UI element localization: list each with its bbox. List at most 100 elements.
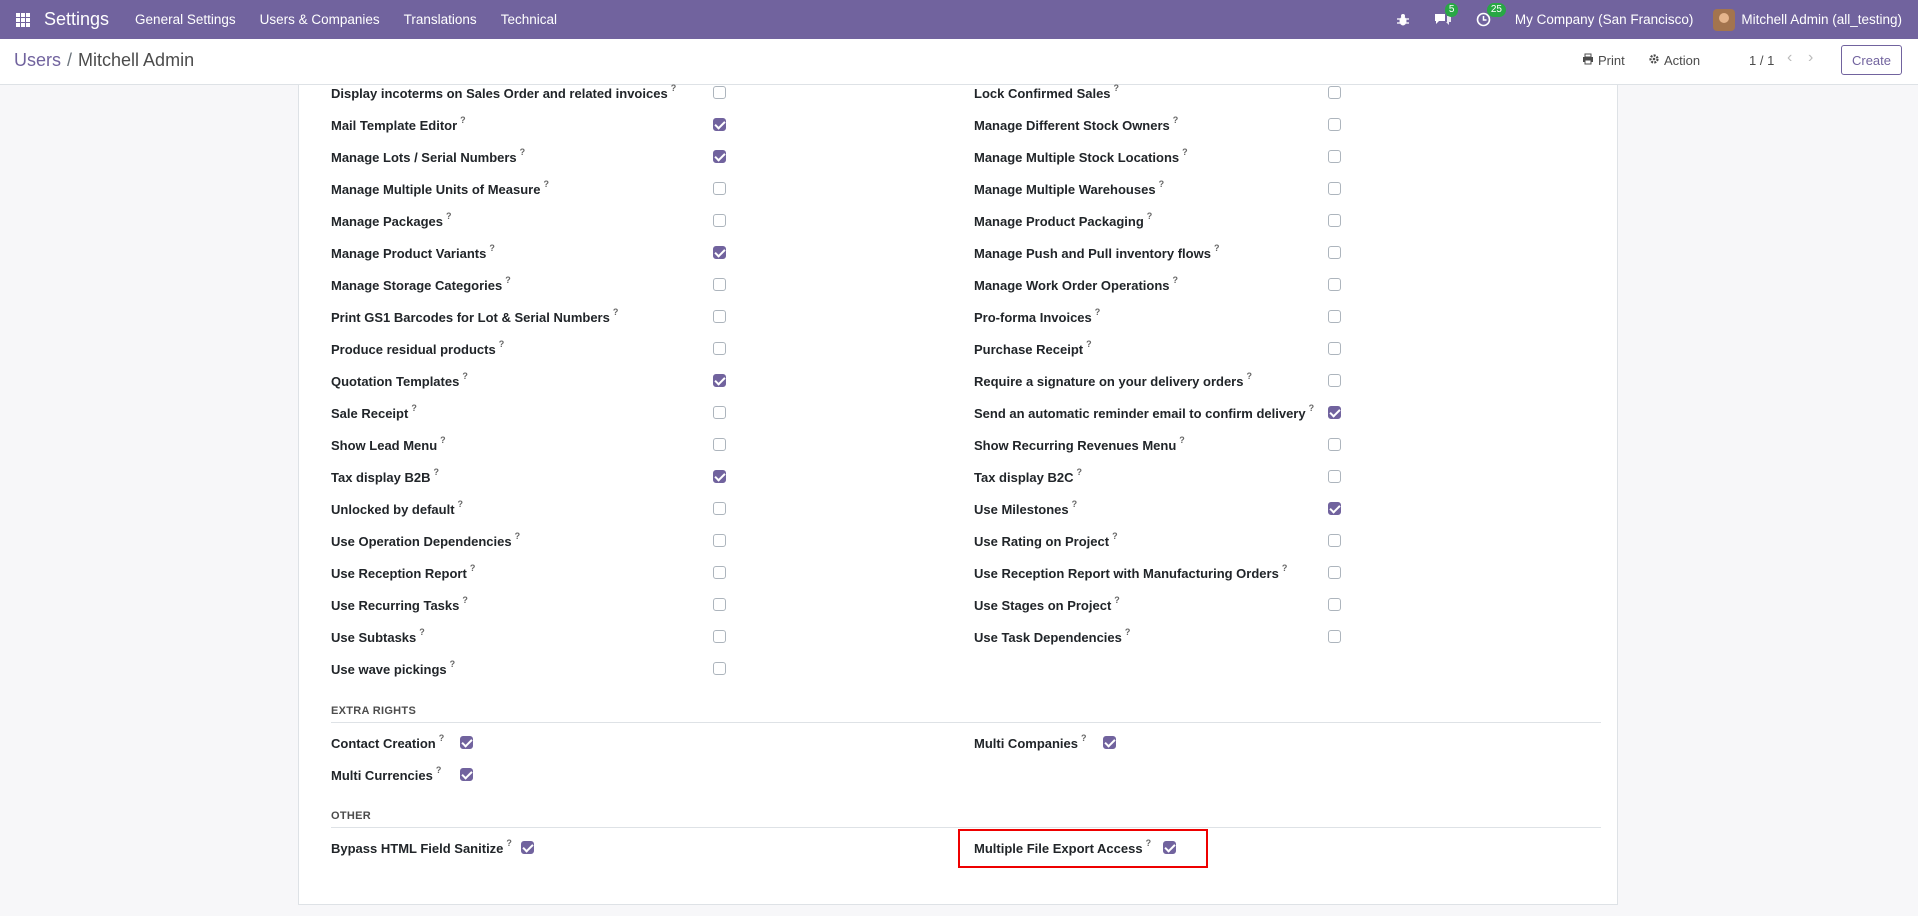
pager-value[interactable]: 1 / 1 — [1749, 53, 1774, 68]
permission-label[interactable]: Multi Companies — [974, 736, 1078, 751]
permission-label[interactable]: Tax display B2B — [331, 470, 430, 485]
permission-label[interactable]: Pro-forma Invoices — [974, 310, 1092, 325]
help-tooltip-icon[interactable]: ? — [1179, 435, 1185, 445]
permission-label[interactable]: Produce residual products — [331, 342, 496, 357]
user-avatar[interactable] — [1713, 8, 1736, 31]
checkbox-tax-display-b2b[interactable] — [713, 470, 726, 483]
help-tooltip-icon[interactable]: ? — [1114, 595, 1120, 605]
help-tooltip-icon[interactable]: ? — [1114, 83, 1120, 93]
checkbox-manage-different-stock-owners[interactable] — [1328, 118, 1341, 131]
checkbox-quotation-templates[interactable] — [713, 374, 726, 387]
help-tooltip-icon[interactable]: ? — [1112, 531, 1118, 541]
help-tooltip-icon[interactable]: ? — [1173, 275, 1179, 285]
checkbox-mail-template-editor[interactable] — [713, 118, 726, 131]
pager-next-icon[interactable]: › — [1808, 49, 1813, 67]
checkbox-manage-product-variants[interactable] — [713, 246, 726, 259]
permission-label[interactable]: Use Reception Report with Manufacturing … — [974, 566, 1279, 581]
menu-general-settings[interactable]: General Settings — [135, 12, 236, 27]
help-tooltip-icon[interactable]: ? — [446, 211, 452, 221]
help-tooltip-icon[interactable]: ? — [671, 83, 677, 93]
permission-label[interactable]: Sale Receipt — [331, 406, 408, 421]
help-tooltip-icon[interactable]: ? — [458, 499, 464, 509]
checkbox-show-recurring-revenues-menu[interactable] — [1328, 438, 1341, 451]
help-tooltip-icon[interactable]: ? — [439, 733, 445, 743]
permission-label[interactable]: Use Rating on Project — [974, 534, 1109, 549]
checkbox-print-gs1-barcodes-for-lot-serial-numbers[interactable] — [713, 310, 726, 323]
checkbox-use-recurring-tasks[interactable] — [713, 598, 726, 611]
checkbox-display-incoterms-on-sales-order-and-related-invoices[interactable] — [713, 86, 726, 99]
checkbox-manage-work-order-operations[interactable] — [1328, 278, 1341, 291]
permission-label[interactable]: Unlocked by default — [331, 502, 455, 517]
checkbox-use-stages-on-project[interactable] — [1328, 598, 1341, 611]
permission-label[interactable]: Multiple File Export Access — [974, 841, 1143, 856]
checkbox-tax-display-b2c[interactable] — [1328, 470, 1341, 483]
help-tooltip-icon[interactable]: ? — [1095, 307, 1101, 317]
permission-label[interactable]: Use Task Dependencies — [974, 630, 1122, 645]
help-tooltip-icon[interactable]: ? — [543, 179, 549, 189]
permission-label[interactable]: Manage Product Variants — [331, 246, 486, 261]
help-tooltip-icon[interactable]: ? — [1282, 563, 1288, 573]
checkbox-contact-creation[interactable] — [460, 736, 473, 749]
help-tooltip-icon[interactable]: ? — [1125, 627, 1131, 637]
help-tooltip-icon[interactable]: ? — [460, 115, 466, 125]
help-tooltip-icon[interactable]: ? — [1081, 733, 1087, 743]
permission-label[interactable]: Manage Product Packaging — [974, 214, 1144, 229]
menu-users-companies[interactable]: Users & Companies — [260, 12, 380, 27]
user-menu[interactable]: Mitchell Admin (all_testing) — [1741, 12, 1902, 27]
help-tooltip-icon[interactable]: ? — [1086, 339, 1092, 349]
checkbox-use-wave-pickings[interactable] — [713, 662, 726, 675]
checkbox-manage-push-and-pull-inventory-flows[interactable] — [1328, 246, 1341, 259]
debug-bug-icon[interactable] — [1396, 13, 1410, 27]
permission-label[interactable]: Use Subtasks — [331, 630, 416, 645]
help-tooltip-icon[interactable]: ? — [450, 659, 456, 669]
breadcrumb-users-link[interactable]: Users — [14, 50, 61, 70]
help-tooltip-icon[interactable]: ? — [419, 627, 425, 637]
help-tooltip-icon[interactable]: ? — [1246, 371, 1252, 381]
permission-label[interactable]: Print GS1 Barcodes for Lot & Serial Numb… — [331, 310, 610, 325]
help-tooltip-icon[interactable]: ? — [520, 147, 526, 157]
checkbox-produce-residual-products[interactable] — [713, 342, 726, 355]
permission-label[interactable]: Use Recurring Tasks — [331, 598, 459, 613]
help-tooltip-icon[interactable]: ? — [470, 563, 476, 573]
permission-label[interactable]: Show Lead Menu — [331, 438, 437, 453]
help-tooltip-icon[interactable]: ? — [433, 467, 439, 477]
checkbox-use-reception-report[interactable] — [713, 566, 726, 579]
permission-label[interactable]: Quotation Templates — [331, 374, 459, 389]
create-button[interactable]: Create — [1841, 45, 1902, 75]
permission-label[interactable]: Manage Push and Pull inventory flows — [974, 246, 1211, 261]
messages-chat-icon[interactable]: 5 — [1434, 3, 1459, 27]
checkbox-purchase-receipt[interactable] — [1328, 342, 1341, 355]
checkbox-use-subtasks[interactable] — [713, 630, 726, 643]
permission-label[interactable]: Bypass HTML Field Sanitize — [331, 841, 503, 856]
checkbox-manage-lots-serial-numbers[interactable] — [713, 150, 726, 163]
permission-label[interactable]: Manage Multiple Stock Locations — [974, 150, 1179, 165]
checkbox-use-task-dependencies[interactable] — [1328, 630, 1341, 643]
permission-label[interactable]: Use Milestones — [974, 502, 1069, 517]
help-tooltip-icon[interactable]: ? — [462, 595, 468, 605]
menu-translations[interactable]: Translations — [404, 12, 477, 27]
checkbox-manage-multiple-units-of-measure[interactable] — [713, 182, 726, 195]
checkbox-use-operation-dependencies[interactable] — [713, 534, 726, 547]
help-tooltip-icon[interactable]: ? — [506, 838, 512, 848]
checkbox-use-reception-report-with-manufacturing-orders[interactable] — [1328, 566, 1341, 579]
checkbox-manage-multiple-stock-locations[interactable] — [1328, 150, 1341, 163]
checkbox-send-an-automatic-reminder-email-to-confirm-delivery[interactable] — [1328, 406, 1341, 419]
help-tooltip-icon[interactable]: ? — [515, 531, 521, 541]
permission-label[interactable]: Manage Work Order Operations — [974, 278, 1170, 293]
help-tooltip-icon[interactable]: ? — [505, 275, 511, 285]
print-button[interactable]: Print — [1582, 53, 1625, 68]
checkbox-multi-currencies[interactable] — [460, 768, 473, 781]
permission-label[interactable]: Purchase Receipt — [974, 342, 1083, 357]
pager-previous-icon[interactable]: ‹ — [1787, 49, 1792, 67]
permission-label[interactable]: Manage Lots / Serial Numbers — [331, 150, 517, 165]
permission-label[interactable]: Manage Multiple Warehouses — [974, 182, 1156, 197]
permission-label[interactable]: Use wave pickings — [331, 662, 447, 677]
checkbox-manage-storage-categories[interactable] — [713, 278, 726, 291]
activities-clock-icon[interactable]: 25 — [1476, 3, 1506, 27]
help-tooltip-icon[interactable]: ? — [1309, 403, 1315, 413]
help-tooltip-icon[interactable]: ? — [436, 765, 442, 775]
permission-label[interactable]: Mail Template Editor — [331, 118, 457, 133]
checkbox-sale-receipt[interactable] — [713, 406, 726, 419]
checkbox-require-a-signature-on-your-delivery-orders[interactable] — [1328, 374, 1341, 387]
app-title[interactable]: Settings — [44, 9, 109, 30]
